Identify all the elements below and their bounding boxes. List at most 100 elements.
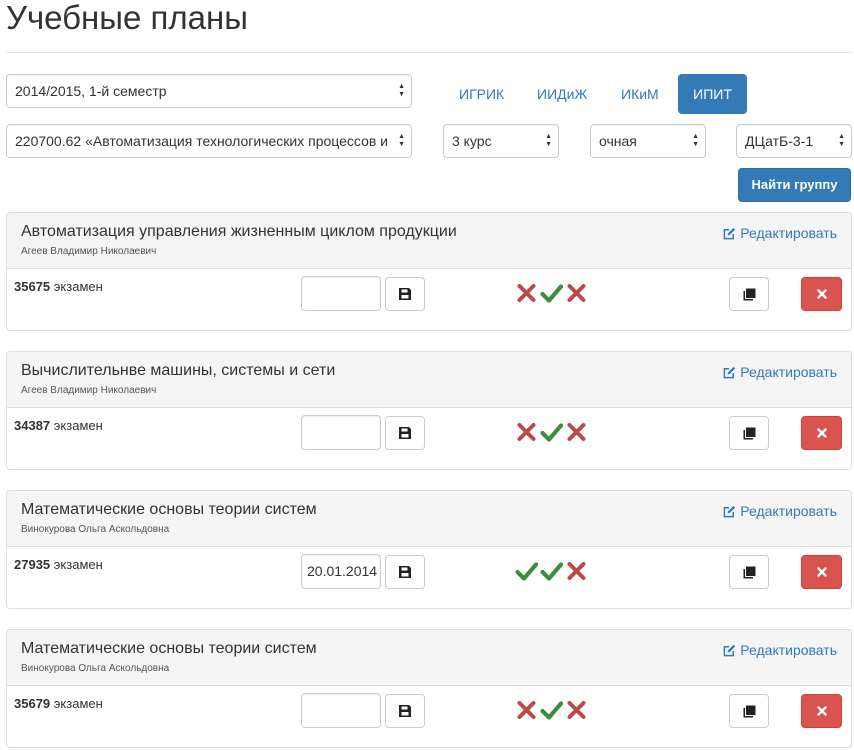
cross-icon xyxy=(567,284,586,302)
save-button[interactable] xyxy=(385,694,425,728)
group-select[interactable]: ДЦатБ-3-1 ▲ ▼ xyxy=(736,124,852,158)
course-panel: Математические основы теории систем Вино… xyxy=(6,490,852,609)
tab-iidizh[interactable]: ИИДиЖ xyxy=(522,74,602,114)
edit-icon xyxy=(723,227,736,240)
teacher-name: Винокурова Ольга Аскольдовна xyxy=(21,524,170,535)
cross-icon xyxy=(517,701,536,719)
exam-id: 35675 xyxy=(14,279,51,294)
floppy-disk-icon xyxy=(399,705,411,717)
cross-icon xyxy=(517,284,536,302)
course-title: Математические основы теории систем xyxy=(21,501,317,518)
course-panel: Математические основы теории систем Вино… xyxy=(6,629,852,748)
check-icon xyxy=(540,284,563,303)
course-title: Математические основы теории систем xyxy=(21,640,317,657)
copy-icon xyxy=(743,705,755,717)
study-form-select-value: очная xyxy=(599,133,637,149)
close-icon xyxy=(816,567,827,577)
study-form-select[interactable]: очная ▲ ▼ xyxy=(590,124,706,158)
exam-date-input[interactable] xyxy=(301,693,381,728)
edit-link[interactable]: Редактировать xyxy=(723,364,837,380)
cross-icon xyxy=(567,423,586,441)
exam-type: экзамен xyxy=(53,557,103,572)
title-divider xyxy=(6,52,852,53)
course-panel-body: 35675 экзамен xyxy=(7,269,851,330)
tab-ipit[interactable]: ИПИТ xyxy=(678,74,747,114)
close-icon xyxy=(816,289,827,299)
tab-ikim[interactable]: ИКиМ xyxy=(606,74,674,114)
edit-link-label: Редактировать xyxy=(740,642,837,658)
select-arrows-icon: ▲ ▼ xyxy=(398,83,405,98)
copy-button[interactable] xyxy=(729,416,769,450)
edit-link[interactable]: Редактировать xyxy=(723,642,837,658)
course-panel-body: 35679 экзамен xyxy=(7,686,851,747)
edit-link[interactable]: Редактировать xyxy=(723,225,837,241)
copy-button[interactable] xyxy=(729,694,769,728)
exam-label: 34387 экзамен xyxy=(14,418,103,433)
floppy-disk-icon xyxy=(399,566,411,578)
edit-link-label: Редактировать xyxy=(740,225,837,241)
course-select[interactable]: 3 курс ▲ ▼ xyxy=(443,124,559,158)
floppy-disk-icon xyxy=(399,427,411,439)
teacher-name: Агеев Владимир Николаевич xyxy=(21,385,157,396)
select-arrows-icon: ▲ ▼ xyxy=(692,133,699,148)
course-panel-heading: Математические основы теории систем Вино… xyxy=(7,491,851,547)
status-marks xyxy=(515,282,588,304)
find-group-button[interactable]: Найти группу xyxy=(738,168,851,202)
delete-button[interactable] xyxy=(801,277,842,311)
course-panel-body: 27935 экзамен 20.01.2014 xyxy=(7,547,851,608)
course-panel: Автоматизация управления жизненным цикло… xyxy=(6,212,852,331)
copy-icon xyxy=(743,427,755,439)
copy-icon xyxy=(743,566,755,578)
select-arrows-icon: ▲ ▼ xyxy=(838,133,845,148)
course-panel-heading: Автоматизация управления жизненным цикло… xyxy=(7,213,851,269)
exam-date-input[interactable] xyxy=(301,415,381,450)
edit-link[interactable]: Редактировать xyxy=(723,503,837,519)
specialty-select-value: 220700.62 «Автоматизация технологических… xyxy=(15,133,389,149)
close-icon xyxy=(816,706,827,716)
delete-button[interactable] xyxy=(801,555,842,589)
semester-select[interactable]: 2014/2015, 1-й семестр ▲ ▼ xyxy=(6,74,412,108)
specialty-select[interactable]: 220700.62 «Автоматизация технологических… xyxy=(6,124,412,158)
exam-id: 35679 xyxy=(14,696,51,711)
exam-type: экзамен xyxy=(53,696,103,711)
cross-icon xyxy=(567,701,586,719)
check-icon xyxy=(540,701,563,720)
page-title: Учебные планы xyxy=(6,0,248,36)
delete-button[interactable] xyxy=(801,694,842,728)
course-panel-heading: Вычислительнве машины, системы и сети Аг… xyxy=(7,352,851,408)
exam-label: 27935 экзамен xyxy=(14,557,103,572)
edit-icon xyxy=(723,505,736,518)
semester-select-value: 2014/2015, 1-й семестр xyxy=(15,83,167,99)
status-marks xyxy=(515,699,588,721)
course-title: Автоматизация управления жизненным цикло… xyxy=(21,223,457,240)
exam-label: 35679 экзамен xyxy=(14,696,103,711)
save-button[interactable] xyxy=(385,555,425,589)
save-button[interactable] xyxy=(385,277,425,311)
edit-icon xyxy=(723,366,736,379)
exam-type: экзамен xyxy=(53,279,103,294)
course-panel-heading: Математические основы теории систем Вино… xyxy=(7,630,851,686)
course-title: Вычислительнве машины, системы и сети xyxy=(21,362,336,379)
course-panel: Вычислительнве машины, системы и сети Аг… xyxy=(6,351,852,470)
status-marks xyxy=(515,421,588,443)
course-select-value: 3 курс xyxy=(452,133,492,149)
edit-icon xyxy=(723,644,736,657)
select-arrows-icon: ▲ ▼ xyxy=(398,133,405,148)
save-button[interactable] xyxy=(385,416,425,450)
check-icon xyxy=(515,562,538,581)
edit-link-label: Редактировать xyxy=(740,364,837,380)
cross-icon xyxy=(567,562,586,580)
check-icon xyxy=(540,562,563,581)
tab-igrik[interactable]: ИГРИК xyxy=(444,74,519,114)
floppy-disk-icon xyxy=(399,288,411,300)
edit-link-label: Редактировать xyxy=(740,503,837,519)
exam-label: 35675 экзамен xyxy=(14,279,103,294)
exam-date-input[interactable] xyxy=(301,276,381,311)
copy-button[interactable] xyxy=(729,277,769,311)
delete-button[interactable] xyxy=(801,416,842,450)
select-arrows-icon: ▲ ▼ xyxy=(545,133,552,148)
teacher-name: Агеев Владимир Николаевич xyxy=(21,246,157,257)
exam-date-input[interactable]: 20.01.2014 xyxy=(301,554,381,589)
copy-button[interactable] xyxy=(729,555,769,589)
check-icon xyxy=(540,423,563,442)
